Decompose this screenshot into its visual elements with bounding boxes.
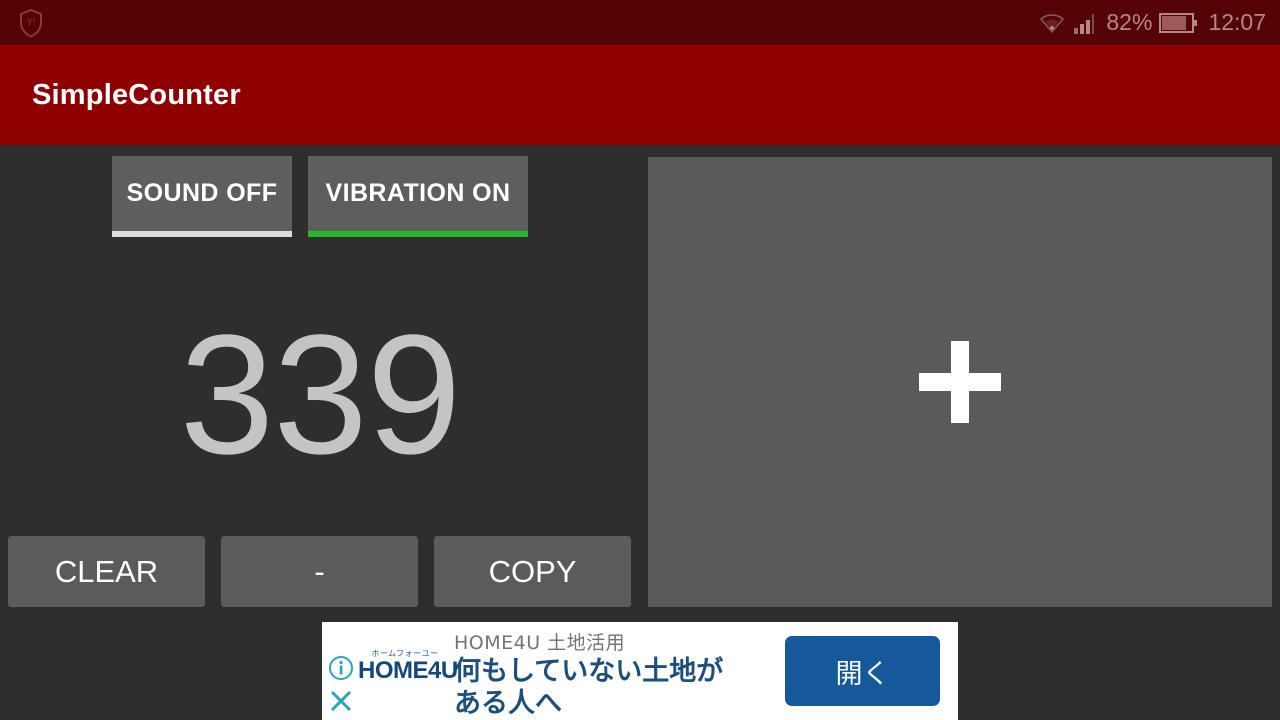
app-title: SimpleCounter	[32, 78, 241, 111]
sound-toggle-button[interactable]: SOUND OFF	[112, 156, 292, 237]
vibration-toggle-button[interactable]: VIBRATION ON	[308, 156, 528, 237]
ad-cta-button[interactable]: 開く	[785, 636, 940, 706]
status-bar: Y! 82% 12:07	[0, 0, 1280, 45]
ad-banner[interactable]: ホームフォーユー HOME4U HOME4U 土地活用 何もしていない土地が あ…	[322, 622, 958, 720]
battery-icon	[1159, 11, 1199, 35]
ad-banner-inner: ホームフォーユー HOME4U HOME4U 土地活用 何もしていない土地が あ…	[322, 622, 958, 720]
decrement-button[interactable]: -	[221, 536, 418, 607]
increment-button[interactable]	[648, 157, 1272, 607]
counter-value: 339	[179, 300, 462, 490]
plus-icon	[915, 337, 1005, 427]
signal-bars-icon	[1073, 11, 1099, 35]
ad-logo: ホームフォーユー HOME4U	[358, 650, 458, 684]
vibration-toggle-label: VIBRATION ON	[325, 179, 511, 207]
status-bar-indicators: 82% 12:07	[1038, 9, 1266, 36]
sound-toggle-underline	[112, 231, 292, 237]
android-app-screen: Y! 82% 12:07 SimpleCounter SOUND OFF VIB…	[0, 0, 1280, 720]
ad-logo-text: HOME4U	[358, 657, 458, 684]
svg-text:Y!: Y!	[27, 17, 36, 27]
wifi-icon	[1038, 10, 1066, 36]
status-bar-notifications: Y!	[18, 8, 1038, 38]
vibration-toggle-underline	[308, 231, 528, 237]
clear-button[interactable]: CLEAR	[8, 536, 205, 607]
sound-toggle-label: SOUND OFF	[126, 179, 278, 207]
status-clock: 12:07	[1208, 9, 1266, 35]
copy-button[interactable]: COPY	[434, 536, 631, 607]
app-bar: SimpleCounter	[0, 45, 1280, 145]
ad-branding-area: ホームフォーユー HOME4U	[322, 622, 458, 720]
battery-percent-label: 82%	[1106, 9, 1153, 35]
shield-icon: Y!	[18, 8, 44, 38]
